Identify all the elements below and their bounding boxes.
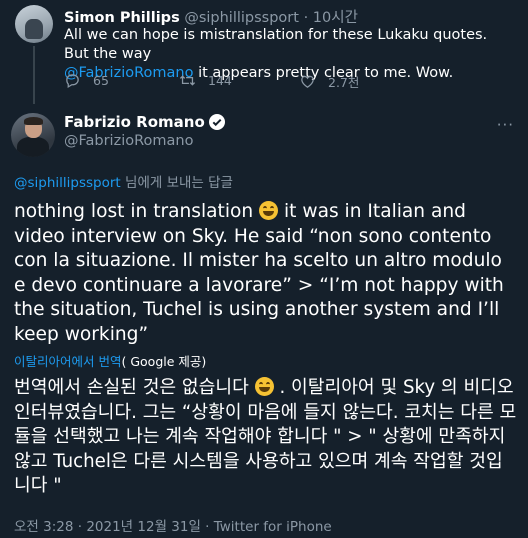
- tweet1-separator: ·: [303, 10, 309, 26]
- translation-part1: 번역에서 손실된 것은 없습니다: [14, 377, 255, 398]
- tweet1-author-name[interactable]: Simon Phillips: [64, 10, 180, 26]
- retweet-icon: [179, 75, 196, 86]
- reply-count: 65: [93, 73, 109, 88]
- tweet2-text: nothing lost in translation it was in It…: [14, 200, 519, 347]
- tweet2-handle[interactable]: @FabrizioRomano: [64, 133, 193, 149]
- translation-attribution: 이탈리아어에서 번역( Google 제공): [14, 351, 206, 370]
- tweet2-text-part1: nothing lost in translation: [14, 201, 260, 222]
- tweet2-text-part2: it was in Italian and video interview on…: [14, 201, 504, 345]
- verified-badge-icon: [208, 114, 225, 130]
- tweet1-handle[interactable]: @siphillipssport: [184, 10, 299, 26]
- tweet1-actions: 65 144 2.7천: [64, 72, 424, 90]
- like-count: 2.7천: [328, 75, 360, 90]
- tweet1-text-prefix: All we can hope is mistranslation for th…: [64, 27, 488, 62]
- like-button[interactable]: 2.7천: [299, 72, 359, 91]
- grinning-emoji-icon: [259, 201, 279, 220]
- more-icon[interactable]: ···: [497, 116, 514, 134]
- retweet-count: 144: [208, 73, 232, 88]
- like-icon: [301, 75, 314, 88]
- translate-label[interactable]: 이탈리아어에서 번역: [14, 354, 121, 369]
- retweet-button[interactable]: 144: [179, 72, 232, 89]
- tweet1-header: Simon Phillips @siphillipssport · 10시간: [64, 6, 358, 27]
- reply-button[interactable]: 65: [64, 72, 109, 89]
- translate-provider: ( Google 제공): [121, 354, 207, 369]
- reply-to-mention[interactable]: @siphillipssport: [14, 175, 121, 191]
- tweet2-author[interactable]: Fabrizio Romano: [64, 113, 225, 131]
- reply-context: @siphillipssport 님에게 보내는 답글: [14, 171, 233, 191]
- tweet2-translation: 번역에서 손실된 것은 없습니다 . 이탈리아어 및 Sky 의 비디오 인터뷰…: [14, 376, 519, 499]
- avatar-fabrizio-romano[interactable]: [11, 113, 55, 157]
- tweet1-time[interactable]: 10시간: [313, 10, 358, 26]
- tweet2-timestamp[interactable]: 오전 3:28 · 2021년 12월 31일 · Twitter for iP…: [14, 515, 332, 535]
- thread-connector-line: [33, 46, 35, 104]
- tweet2-author-name[interactable]: Fabrizio Romano: [64, 113, 205, 131]
- reply-to-label: 님에게 보내는 답글: [120, 175, 233, 191]
- reply-icon: [66, 74, 79, 89]
- avatar-simon-phillips[interactable]: [15, 5, 53, 43]
- grinning-emoji-icon: [254, 377, 274, 396]
